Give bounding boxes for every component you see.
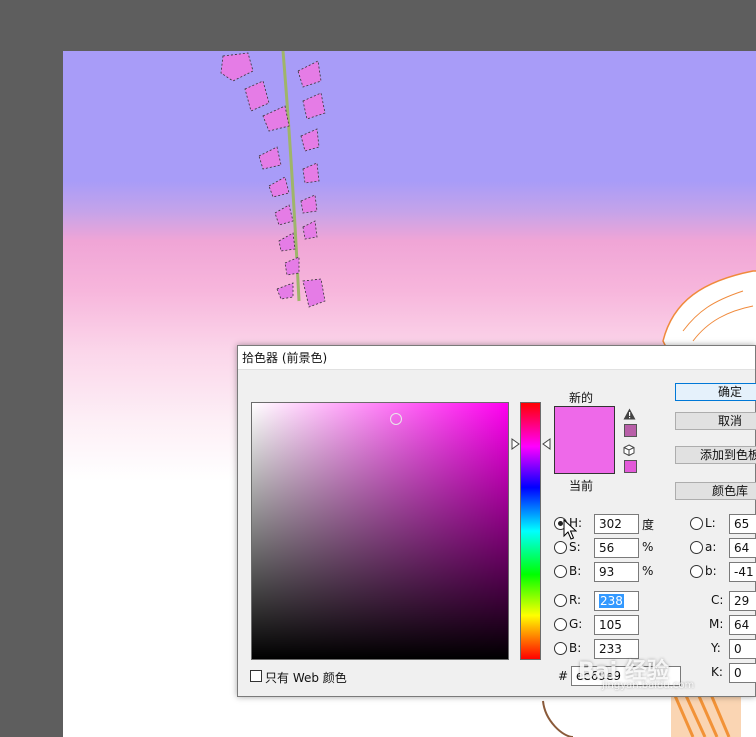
cyan-row: C: 29 [689, 591, 756, 611]
hue-input[interactable]: 302 [594, 514, 639, 534]
hue-unit: 度 [642, 518, 655, 532]
cancel-button[interactable]: 取消 [675, 412, 756, 430]
lab-b-label: b: [705, 564, 717, 578]
saturation-row: S: 56 % [553, 538, 673, 558]
hue-slider-left-arrow-icon[interactable] [511, 438, 520, 450]
saturation-label: S: [569, 540, 581, 554]
lab-a-input[interactable]: 64 [729, 538, 756, 558]
saturation-unit: % [642, 540, 654, 554]
lab-l-label: L: [705, 516, 716, 530]
cyan-label: C: [711, 593, 724, 607]
lab-l-row: L: 65 [689, 514, 756, 534]
red-label: R: [569, 593, 582, 607]
wisteria-selection-artwork [220, 51, 326, 308]
lab-b-row: b: -41 [689, 562, 756, 582]
hue-slider[interactable] [520, 402, 541, 660]
hue-slider-right-arrow-icon[interactable] [542, 438, 551, 450]
web-safe-cube-icon[interactable] [623, 444, 635, 456]
red-row: R: 238 [553, 591, 673, 611]
magenta-row: M: 64 [689, 615, 756, 635]
color-field-cursor[interactable] [390, 413, 402, 425]
color-picker-dialog: 拾色器 (前景色) 新的 当前 确定 取消 添加到色板 颜色库 H: 302 度… [237, 345, 756, 697]
black-label: K: [711, 665, 723, 679]
web-only-checkbox[interactable] [250, 670, 262, 682]
mouse-pointer-icon [563, 519, 577, 540]
brightness-label: B: [569, 564, 582, 578]
add-to-swatches-button[interactable]: 添加到色板 [675, 446, 756, 464]
lab-a-label: a: [705, 540, 717, 554]
color-libraries-button[interactable]: 颜色库 [675, 482, 756, 500]
green-radio[interactable] [554, 618, 567, 631]
watermark-url: jingyan.baidu.com [602, 680, 695, 691]
red-input[interactable]: 238 [594, 591, 639, 611]
gamut-warning-icon[interactable] [623, 408, 636, 420]
lab-a-row: a: 64 [689, 538, 756, 558]
saturation-radio[interactable] [554, 541, 567, 554]
yellow-label: Y: [711, 641, 721, 655]
yellow-input[interactable]: 0 [729, 639, 756, 659]
magenta-label: M: [709, 617, 724, 631]
lab-l-input[interactable]: 65 [729, 514, 756, 534]
brightness-radio[interactable] [554, 565, 567, 578]
saturation-input[interactable]: 56 [594, 538, 639, 558]
web-safe-swatch[interactable] [624, 460, 637, 473]
green-row: G: 105 [553, 615, 673, 635]
new-color-swatch [554, 406, 615, 474]
brightness-unit: % [642, 564, 654, 578]
yellow-row: Y: 0 [689, 639, 756, 659]
magenta-input[interactable]: 64 [729, 615, 756, 635]
dialog-title: 拾色器 (前景色) [238, 346, 755, 370]
web-only-label: 只有 Web 颜色 [265, 671, 347, 685]
saturation-brightness-field[interactable] [251, 402, 509, 660]
lab-l-radio[interactable] [690, 517, 703, 530]
green-input[interactable]: 105 [594, 615, 639, 635]
gamut-warning-swatch[interactable] [624, 424, 637, 437]
new-color-label: 新的 [569, 391, 594, 405]
lab-b-input[interactable]: -41 [729, 562, 756, 582]
red-radio[interactable] [554, 594, 567, 607]
brightness-input[interactable]: 93 [594, 562, 639, 582]
lab-b-radio[interactable] [690, 565, 703, 578]
blue-radio[interactable] [554, 642, 567, 655]
green-label: G: [569, 617, 583, 631]
ok-button[interactable]: 确定 [675, 383, 756, 401]
black-row: K: 0 [689, 663, 756, 683]
red-input-value: 238 [599, 594, 624, 608]
brightness-row: B: 93 % [553, 562, 673, 582]
hex-label: # [558, 669, 569, 683]
current-color-label: 当前 [569, 479, 594, 493]
cyan-input[interactable]: 29 [729, 591, 756, 611]
lab-a-radio[interactable] [690, 541, 703, 554]
black-input[interactable]: 0 [729, 663, 756, 683]
